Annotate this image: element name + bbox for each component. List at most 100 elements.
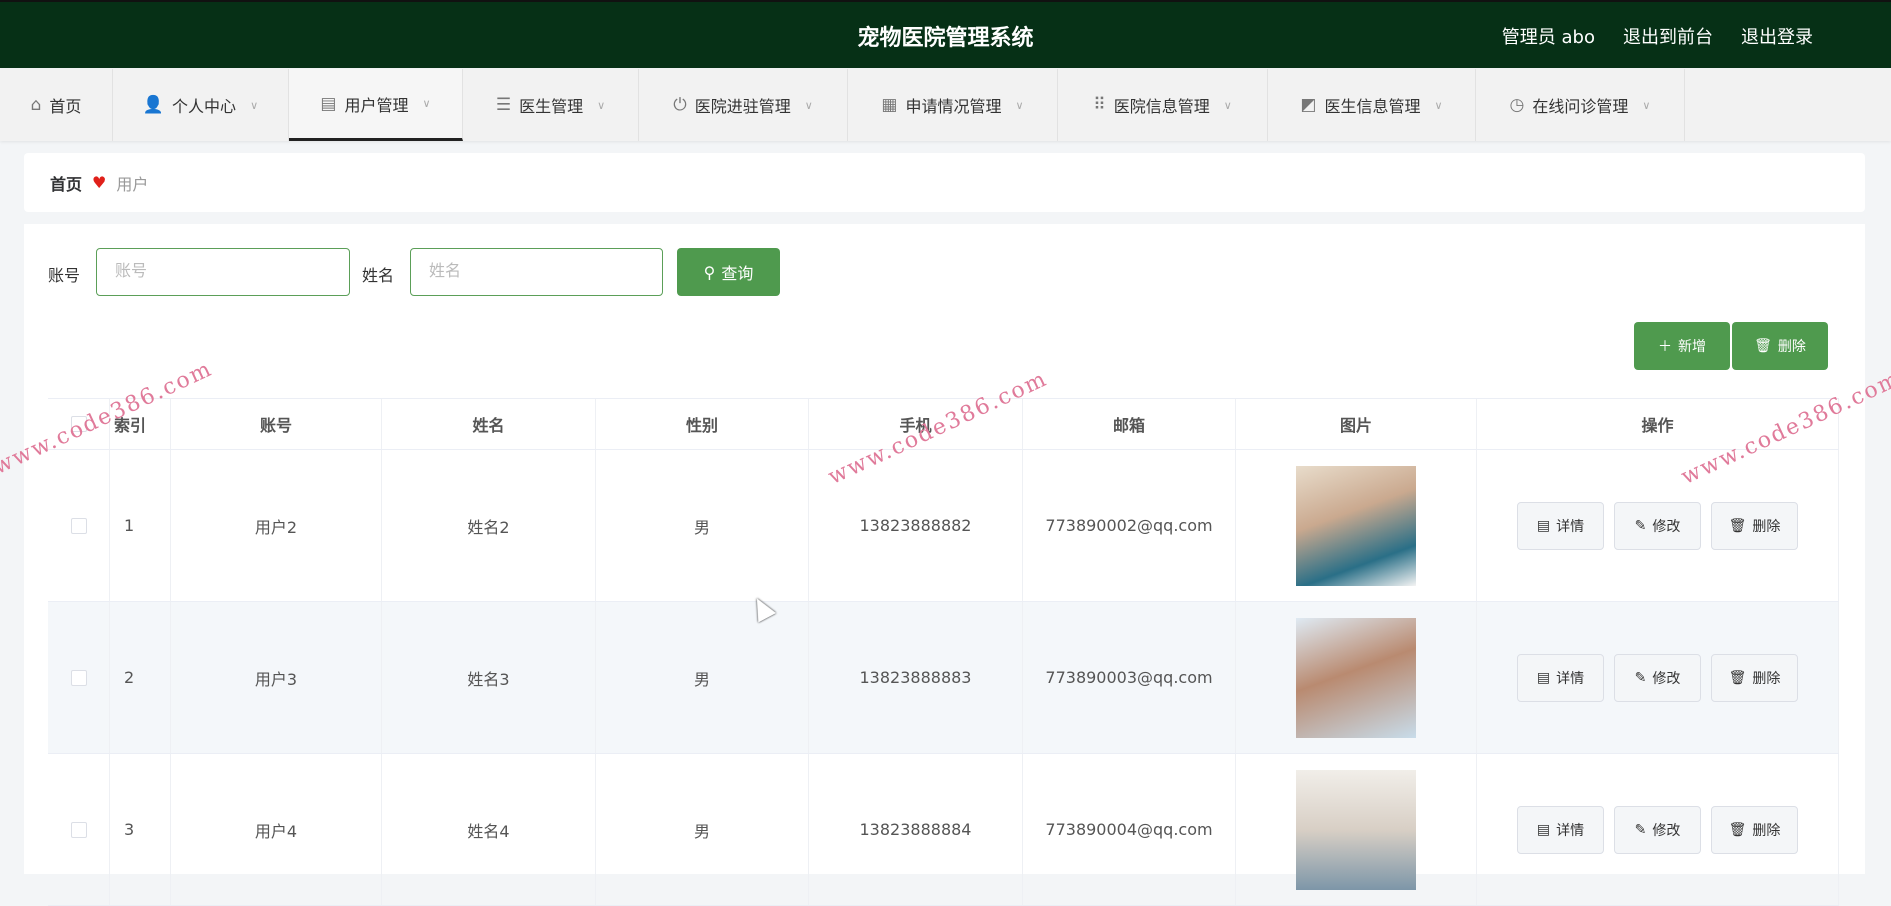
edit-button[interactable]: ✎ 修改 bbox=[1614, 653, 1701, 702]
document-icon: ▤ bbox=[1536, 517, 1551, 534]
delete-button[interactable]: 🗑 删除 bbox=[1711, 805, 1798, 854]
account-label: 账号 bbox=[48, 266, 81, 285]
nav-icon: ◷ bbox=[1509, 95, 1525, 115]
nav-label: 首页 bbox=[49, 97, 82, 116]
nav-item-2[interactable]: ▤ 用户管理 ∨ bbox=[289, 69, 463, 141]
nav-label: 医院进驻管理 bbox=[694, 97, 791, 116]
table-row: 1 用户2 姓名2 男 13823888882 773890002@qq.com… bbox=[48, 450, 1839, 602]
pencil-icon: ✎ bbox=[1634, 821, 1647, 838]
pencil-icon: ✎ bbox=[1634, 517, 1647, 534]
name-input[interactable] bbox=[410, 248, 663, 296]
delete-button[interactable]: 🗑 删除 bbox=[1711, 501, 1798, 550]
nav-item-8[interactable]: ◷ 在线问诊管理 ∨ bbox=[1476, 69, 1685, 141]
nav-item-5[interactable]: ▦ 申请情况管理 ∨ bbox=[848, 69, 1058, 141]
cell-phone: 13823888883 bbox=[809, 602, 1023, 753]
detail-label: 详情 bbox=[1556, 670, 1585, 687]
top-nav: ⌂ 首页 👤 个人中心 ∨ ▤ 用户管理 ∨ ☰ 医生管理 ∨ ⏻ 医院进驻管理 ∨ ▦ 申请情况管理 ∨ ⠿ 医院… bbox=[0, 69, 1891, 141]
nav-item-7[interactable]: ◩ 医生信息管理 ∨ bbox=[1268, 69, 1476, 141]
query-label: 查询 bbox=[721, 264, 754, 283]
breadcrumb: 首页 ♥ 用户 bbox=[24, 153, 1865, 212]
detail-label: 详情 bbox=[1556, 518, 1585, 535]
chevron-down-icon: ∨ bbox=[250, 98, 259, 112]
row-checkbox[interactable] bbox=[70, 669, 87, 686]
nav-icon: ◩ bbox=[1300, 95, 1317, 115]
cell-email: 773890003@qq.com bbox=[1023, 602, 1236, 753]
cell-email: 773890004@qq.com bbox=[1023, 754, 1236, 905]
user-photo[interactable] bbox=[1296, 465, 1416, 586]
select-all-checkbox[interactable] bbox=[70, 416, 87, 432]
logout-link[interactable]: 退出登录 bbox=[1741, 23, 1813, 49]
add-label: 新增 bbox=[1678, 339, 1706, 355]
edit-label: 修改 bbox=[1652, 822, 1681, 839]
column-header: 手机 bbox=[809, 399, 1023, 449]
nav-label: 医院信息管理 bbox=[1113, 97, 1210, 116]
breadcrumb-home[interactable]: 首页 bbox=[50, 171, 82, 195]
delete-label: 删除 bbox=[1752, 670, 1781, 687]
cell-account: 用户3 bbox=[171, 602, 382, 753]
nav-label: 申请情况管理 bbox=[905, 97, 1002, 116]
nav-item-4[interactable]: ⏻ 医院进驻管理 ∨ bbox=[639, 69, 848, 141]
nav-icon: ▤ bbox=[320, 93, 337, 114]
column-header: 姓名 bbox=[382, 399, 596, 449]
query-button[interactable]: ⚲ 查询 bbox=[677, 248, 780, 296]
edit-label: 修改 bbox=[1652, 670, 1681, 687]
column-header: 索引 bbox=[110, 399, 171, 449]
admin-user[interactable]: 管理员 abo bbox=[1502, 23, 1595, 49]
nav-item-6[interactable]: ⠿ 医院信息管理 ∨ bbox=[1058, 69, 1268, 141]
column-header: 邮箱 bbox=[1023, 399, 1236, 449]
chevron-down-icon: ∨ bbox=[422, 97, 431, 110]
cell-email: 773890002@qq.com bbox=[1023, 450, 1236, 601]
column-header: 操作 bbox=[1477, 399, 1839, 449]
cell-index: 1 bbox=[110, 450, 171, 601]
add-button[interactable]: ＋ 新增 bbox=[1634, 322, 1730, 370]
edit-button[interactable]: ✎ 修改 bbox=[1614, 805, 1701, 854]
nav-icon: ⠿ bbox=[1093, 95, 1106, 115]
nav-label: 用户管理 bbox=[344, 95, 409, 115]
cell-name: 姓名3 bbox=[382, 602, 596, 753]
table-header: 索引 账号 姓名 性别 手机 邮箱 图片 操作 bbox=[48, 398, 1839, 450]
bulk-delete-button[interactable]: 🗑 删除 bbox=[1732, 322, 1828, 370]
detail-button[interactable]: ▤ 详情 bbox=[1517, 653, 1604, 702]
nav-icon: 👤 bbox=[142, 95, 165, 115]
cell-gender: 男 bbox=[596, 754, 809, 905]
plus-icon: ＋ bbox=[1658, 339, 1672, 355]
chevron-down-icon: ∨ bbox=[1642, 98, 1651, 112]
exit-to-front-link[interactable]: 退出到前台 bbox=[1623, 23, 1713, 49]
row-checkbox[interactable] bbox=[70, 517, 87, 534]
detail-button[interactable]: ▤ 详情 bbox=[1517, 805, 1604, 854]
nav-label: 医生管理 bbox=[519, 97, 584, 116]
nav-item-0[interactable]: ⌂ 首页 bbox=[0, 69, 113, 141]
nav-item-1[interactable]: 👤 个人中心 ∨ bbox=[113, 69, 289, 141]
nav-icon: ☰ bbox=[495, 95, 512, 115]
nav-icon: ⏻ bbox=[673, 95, 687, 115]
delete-button[interactable]: 🗑 删除 bbox=[1711, 653, 1798, 702]
cell-account: 用户2 bbox=[171, 450, 382, 601]
user-photo[interactable] bbox=[1296, 769, 1416, 890]
name-label: 姓名 bbox=[362, 266, 395, 285]
detail-button[interactable]: ▤ 详情 bbox=[1517, 501, 1604, 550]
trash-icon: 🗑 bbox=[1754, 338, 1772, 354]
chevron-down-icon: ∨ bbox=[1434, 98, 1443, 112]
column-header: 账号 bbox=[171, 399, 382, 449]
search-icon: ⚲ bbox=[703, 262, 716, 282]
cell-gender: 男 bbox=[596, 450, 809, 601]
nav-item-3[interactable]: ☰ 医生管理 ∨ bbox=[463, 69, 639, 141]
cell-phone: 13823888882 bbox=[809, 450, 1023, 601]
account-input[interactable] bbox=[96, 248, 350, 296]
cell-index: 3 bbox=[110, 754, 171, 905]
delete-label: 删除 bbox=[1777, 339, 1806, 355]
cell-account: 用户4 bbox=[171, 754, 382, 905]
edit-button[interactable]: ✎ 修改 bbox=[1614, 501, 1701, 550]
chevron-down-icon: ∨ bbox=[1015, 98, 1024, 112]
user-photo[interactable] bbox=[1296, 617, 1416, 738]
nav-label: 在线问诊管理 bbox=[1532, 97, 1629, 116]
row-checkbox[interactable] bbox=[70, 821, 87, 838]
chevron-down-icon: ∨ bbox=[1223, 98, 1232, 112]
cell-gender: 男 bbox=[596, 602, 809, 753]
cell-name: 姓名2 bbox=[382, 450, 596, 601]
top-header: 宠物医院管理系统 管理员 abo 退出到前台 退出登录 bbox=[0, 0, 1891, 68]
chevron-down-icon: ∨ bbox=[804, 98, 813, 112]
nav-label: 医生信息管理 bbox=[1324, 97, 1421, 116]
cell-index: 2 bbox=[110, 602, 171, 753]
document-icon: ▤ bbox=[1536, 821, 1551, 838]
